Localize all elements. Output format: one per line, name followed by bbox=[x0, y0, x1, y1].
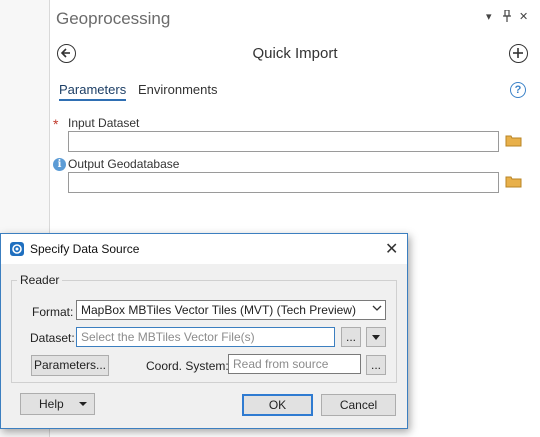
dialog-title: Specify Data Source bbox=[30, 242, 140, 256]
help-button[interactable]: Help bbox=[20, 393, 95, 415]
format-select[interactable]: MapBox MBTiles Vector Tiles (MVT) (Tech … bbox=[76, 300, 386, 320]
dialog-titlebar[interactable]: Specify Data Source ✕ bbox=[1, 234, 407, 264]
pane-menu-icon[interactable]: ▾ bbox=[486, 10, 492, 23]
dataset-dropdown-button[interactable] bbox=[366, 327, 386, 347]
dataset-placeholder: Select the MBTiles Vector File(s) bbox=[81, 330, 255, 344]
input-dataset-label: Input Dataset bbox=[68, 116, 140, 130]
help-button-label: Help bbox=[39, 397, 64, 411]
reader-group-label: Reader bbox=[17, 273, 63, 287]
chevron-down-icon[interactable] bbox=[372, 304, 382, 314]
coord-system-placeholder: Read from source bbox=[233, 357, 329, 371]
cancel-button[interactable]: Cancel bbox=[321, 394, 396, 416]
coord-system-label: Coord. System: bbox=[146, 359, 229, 373]
required-marker: * bbox=[53, 116, 59, 132]
tab-parameters[interactable]: Parameters bbox=[59, 82, 127, 101]
tool-title: Quick Import bbox=[252, 45, 338, 62]
parameters-button[interactable]: Parameters... bbox=[31, 355, 109, 376]
output-geodatabase-field[interactable] bbox=[68, 172, 499, 193]
ok-button[interactable]: OK bbox=[242, 394, 313, 416]
format-label: Format: bbox=[32, 305, 74, 319]
tab-environments[interactable]: Environments bbox=[138, 82, 217, 97]
input-dataset-field[interactable] bbox=[68, 131, 499, 152]
pin-icon[interactable] bbox=[502, 9, 512, 25]
dataset-label: Dataset: bbox=[30, 331, 75, 345]
app-logo-icon bbox=[10, 242, 24, 256]
specify-data-source-dialog: Specify Data Source ✕ Reader Format: Map… bbox=[0, 233, 408, 429]
add-icon[interactable] bbox=[509, 44, 528, 63]
dataset-input[interactable]: Select the MBTiles Vector File(s) bbox=[76, 327, 335, 347]
output-geodatabase-label: Output Geodatabase bbox=[68, 157, 180, 171]
help-icon[interactable]: ? bbox=[510, 82, 526, 98]
format-select-value: MapBox MBTiles Vector Tiles (MVT) (Tech … bbox=[81, 303, 356, 317]
browse-dataset-button[interactable]: ... bbox=[341, 327, 361, 347]
folder-icon[interactable] bbox=[505, 174, 522, 191]
folder-icon[interactable] bbox=[505, 133, 522, 150]
caret-down-icon bbox=[79, 394, 88, 414]
browse-coord-system-button[interactable]: ... bbox=[366, 355, 386, 375]
coord-system-input[interactable]: Read from source bbox=[228, 354, 361, 374]
info-icon[interactable]: i bbox=[53, 158, 66, 171]
pane-title: Geoprocessing bbox=[56, 9, 171, 28]
pane-close-icon[interactable]: ✕ bbox=[519, 10, 528, 23]
close-icon[interactable]: ✕ bbox=[385, 239, 398, 259]
